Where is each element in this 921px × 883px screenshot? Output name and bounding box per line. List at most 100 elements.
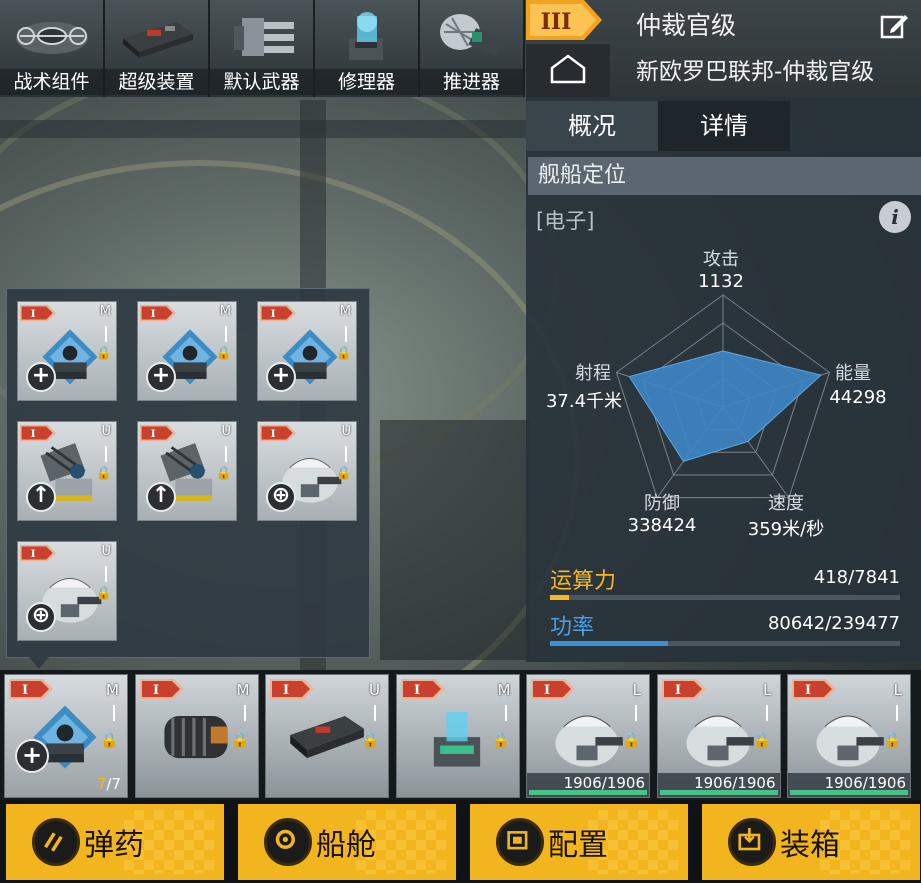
turret-image xyxy=(685,715,754,767)
info-icon[interactable]: i xyxy=(879,201,911,233)
add-icon[interactable]: + xyxy=(26,362,56,392)
add-icon[interactable]: + xyxy=(146,362,176,392)
hangar-beam xyxy=(0,120,526,138)
tier-badge: III xyxy=(526,0,602,40)
tab-details[interactable]: 详情 xyxy=(658,101,790,151)
equipment-slot[interactable]: I L 🔒 1906/1906 xyxy=(656,674,781,798)
hangar-structure xyxy=(380,420,530,660)
compute-fill xyxy=(550,595,569,600)
tier-numeral: III xyxy=(541,9,572,35)
equipment-slot[interactable]: I M 🔒 +7/7 xyxy=(4,674,128,798)
crate-label: 装箱 xyxy=(780,828,840,863)
compute-value: 418/7841 xyxy=(813,567,900,588)
tab-overview[interactable]: 概况 xyxy=(526,101,658,151)
popup-slot[interactable]: I U 🔒 ↑ xyxy=(137,421,237,521)
config-button[interactable]: 配置 xyxy=(470,804,688,880)
stat-energy-value: 44298 xyxy=(829,387,887,408)
tier-label: U xyxy=(101,544,111,559)
home-icon xyxy=(550,54,586,84)
durability-bar: 1906/1906 xyxy=(657,773,780,797)
slot-divider xyxy=(113,705,115,721)
target-icon[interactable]: ⊕ xyxy=(26,602,56,632)
equipment-slot[interactable]: I L 🔒 1906/1906 xyxy=(787,674,911,798)
edit-icon[interactable] xyxy=(879,10,911,42)
lock-icon: 🔒 xyxy=(491,731,511,749)
tab-label: 默认武器 xyxy=(210,69,313,95)
ship-header: III 仲裁官级 新欧罗巴联邦-仲裁官级 xyxy=(526,0,921,97)
tab-label: 超级装置 xyxy=(105,69,208,95)
durability-bar: 1906/1906 xyxy=(527,773,649,797)
popup-slot[interactable]: I U 🔒 ↑ xyxy=(17,421,117,521)
crate-icon xyxy=(728,818,776,866)
ammo-icon xyxy=(32,818,80,866)
target-icon[interactable]: ⊕ xyxy=(266,482,296,512)
repair-unit-image xyxy=(433,711,480,767)
svg-text:I: I xyxy=(151,427,156,440)
tier-label: M xyxy=(339,304,351,319)
slot-divider xyxy=(765,705,768,721)
tier-label: M xyxy=(236,681,250,699)
stat-speed-value: 359米/秒 xyxy=(747,519,825,540)
section-title: 舰船定位 xyxy=(528,157,921,195)
super-device-icon xyxy=(123,22,193,58)
tab-label: 推进器 xyxy=(420,69,523,95)
equipment-slot[interactable]: I L 🔒 1906/1906 xyxy=(526,674,650,798)
equipment-slot[interactable]: I M 🔒 xyxy=(134,674,259,798)
slot-divider xyxy=(105,326,107,342)
tab-default-weapon[interactable]: 默认武器 xyxy=(210,0,315,97)
upgrade-icon[interactable]: ↑ xyxy=(146,482,176,512)
cabin-icon xyxy=(264,818,312,866)
slot-divider xyxy=(225,326,227,342)
popup-slot[interactable]: I M 🔒 + xyxy=(17,301,117,401)
config-icon xyxy=(496,818,544,866)
lock-icon: 🔒 xyxy=(335,466,352,481)
svg-text:I: I xyxy=(31,547,36,560)
power-value: 80642/239477 xyxy=(767,613,900,634)
compute-track xyxy=(550,595,900,600)
ship-info-panel: 概况 详情 舰船定位 [电子] i 攻击 1132 能量 44298 速度 35… xyxy=(526,97,921,662)
tab-tactical-module[interactable]: 战术组件 xyxy=(0,0,105,97)
slot-divider xyxy=(345,446,347,462)
equipment-slot[interactable]: I M 🔒 xyxy=(395,674,520,798)
popup-slot[interactable]: I U 🔒 ⊕ xyxy=(257,421,357,521)
add-icon[interactable]: + xyxy=(15,739,49,773)
ammo-button[interactable]: 弹药 xyxy=(6,804,224,880)
svg-text:I: I xyxy=(31,307,36,320)
durability-fill xyxy=(659,790,778,795)
super-device-image xyxy=(290,716,364,759)
tier-label: U xyxy=(369,681,380,699)
add-icon[interactable]: + xyxy=(266,362,296,392)
tab-repair-unit[interactable]: 修理器 xyxy=(315,0,420,97)
tactical-module-icon xyxy=(16,22,88,54)
tab-super-device[interactable]: 超级装置 xyxy=(105,0,210,97)
popup-slot[interactable]: I M 🔒 + xyxy=(257,301,357,401)
popup-slot[interactable]: I U 🔒 ⊕ xyxy=(17,541,117,641)
stat-attack-label: 攻击 xyxy=(703,249,739,270)
home-button[interactable] xyxy=(526,42,610,97)
stat-defense-label: 防御 xyxy=(644,493,680,514)
popup-slot[interactable]: I M 🔒 + xyxy=(137,301,237,401)
radar-value-shape xyxy=(628,350,823,462)
crate-button[interactable]: 装箱 xyxy=(702,804,920,880)
lock-icon: 🔒 xyxy=(215,466,232,481)
ammo-label: 弹药 xyxy=(84,828,144,863)
repair-unit-icon xyxy=(349,12,383,60)
slot-divider xyxy=(105,566,107,582)
equipment-slots: I M 🔒 +7/7 I M 🔒 I U 🔒 I M 🔒 I L 🔒 1906/1906 I L 🔒 1906/1906… xyxy=(0,670,921,800)
module-count: 7/7 xyxy=(96,775,121,793)
tab-label: 修理器 xyxy=(315,69,418,95)
module-picker-popup: I M 🔒 + I M 🔒 + I M 🔒 + I U 🔒 ↑ I U 🔒 ↑ I U 🔒 ⊕ I U 🔒 ⊕ xyxy=(6,288,370,669)
tab-thruster[interactable]: 推进器 xyxy=(420,0,525,97)
upgrade-icon[interactable]: ↑ xyxy=(26,482,56,512)
cabin-button[interactable]: 船舱 xyxy=(238,804,456,880)
panel-tabs: 概况 详情 xyxy=(526,101,790,151)
equipment-slot[interactable]: I U 🔒 xyxy=(265,674,389,798)
turret-image xyxy=(816,715,884,767)
stat-speed-label: 速度 xyxy=(768,493,804,514)
cabin-label: 船舱 xyxy=(316,828,376,863)
lock-icon: 🔒 xyxy=(100,731,119,749)
slot-divider xyxy=(504,705,507,721)
tier-label: M xyxy=(497,681,511,699)
tier-label: U xyxy=(101,424,111,439)
durability-fill xyxy=(529,790,647,795)
